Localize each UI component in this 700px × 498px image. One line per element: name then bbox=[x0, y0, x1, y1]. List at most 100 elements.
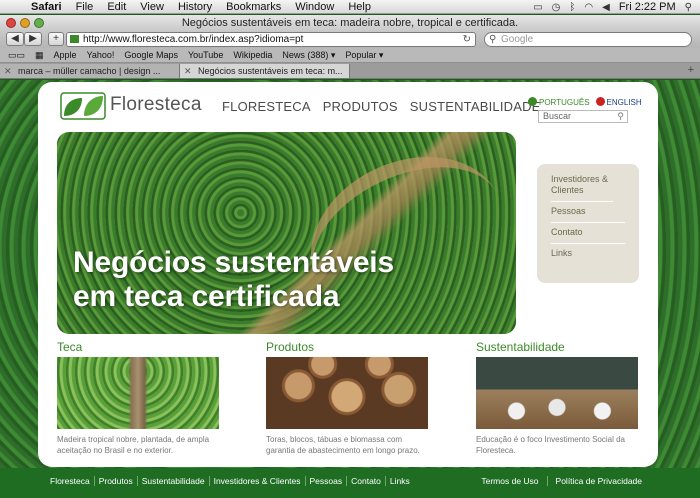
bluetooth-icon[interactable]: ᛒ bbox=[569, 2, 575, 13]
site-search-input[interactable]: Buscar ⚲ bbox=[538, 110, 628, 123]
top-sites-icon[interactable]: ▦ bbox=[30, 50, 49, 61]
footer-link-pessoas[interactable]: Pessoas bbox=[306, 476, 348, 486]
menu-file[interactable]: File bbox=[69, 0, 101, 14]
side-item-links[interactable]: Links bbox=[551, 244, 625, 264]
wifi-icon[interactable]: ◠ bbox=[584, 2, 593, 13]
lang-en-label: ENGLISH bbox=[606, 98, 642, 107]
site-search-placeholder: Buscar bbox=[543, 111, 572, 121]
feature-produtos-text: Toras, blocos, tábuas e biomassa com gar… bbox=[266, 435, 420, 455]
footer-legal: Termos de Uso Política de Privacidade bbox=[473, 476, 650, 486]
site-footer: Floresteca Produtos Sustentabilidade Inv… bbox=[0, 468, 700, 498]
clock[interactable]: Fri 2:22 PM bbox=[619, 1, 676, 13]
lang-pt-link[interactable]: PORTUGUÊS bbox=[528, 97, 590, 107]
reading-list-icon[interactable]: ▭▭ bbox=[0, 50, 30, 61]
footer-nav: Floresteca Produtos Sustentabilidade Inv… bbox=[50, 476, 414, 486]
new-tab-icon[interactable]: + bbox=[688, 64, 694, 76]
browser-toolbar: ◀ ▶ + http://www.floresteca.com.br/index… bbox=[0, 31, 700, 48]
magnifier-icon[interactable]: ⚲ bbox=[617, 111, 624, 122]
bookmark-google-maps[interactable]: Google Maps bbox=[119, 50, 183, 60]
close-tab-icon[interactable]: ✕ bbox=[4, 64, 12, 78]
menu-bar: Safari File Edit View History Bookmarks … bbox=[0, 0, 700, 14]
back-button[interactable]: ◀ bbox=[6, 32, 24, 46]
uk-flag-icon bbox=[595, 97, 605, 106]
tab-floresteca[interactable]: ✕ Negócios sustentáveis em teca: m... bbox=[180, 64, 350, 78]
search-placeholder: Google bbox=[501, 34, 534, 45]
bookmark-wikipedia[interactable]: Wikipedia bbox=[228, 50, 277, 60]
display-icon[interactable]: ▭ bbox=[533, 2, 542, 13]
feature-teca: Teca Madeira tropical nobre, plantada, d… bbox=[57, 340, 219, 456]
reload-icon[interactable]: ↻ bbox=[463, 33, 471, 46]
menu-safari[interactable]: Safari bbox=[24, 0, 69, 14]
feature-teca-title[interactable]: Teca bbox=[57, 340, 219, 354]
side-menu: Investidores & Clientes Pessoas Contato … bbox=[537, 164, 639, 283]
feature-sustentabilidade-text: Educação é o foco Investimento Social da… bbox=[476, 435, 625, 455]
forward-button[interactable]: ▶ bbox=[24, 32, 42, 46]
spotlight-icon[interactable]: ⚲ bbox=[685, 2, 692, 13]
main-nav: FLORESTECA PRODUTOS SUSTENTABILIDADE bbox=[222, 99, 541, 114]
search-field[interactable]: ⚲ Google bbox=[484, 32, 692, 47]
close-window-icon[interactable] bbox=[6, 18, 16, 28]
site-favicon-icon bbox=[70, 35, 79, 43]
site-logo[interactable]: Floresteca bbox=[60, 92, 201, 120]
hero-line-1: Negócios sustentáveis bbox=[73, 246, 394, 279]
footer-link-sustentabilidade[interactable]: Sustentabilidade bbox=[138, 476, 210, 486]
menu-window[interactable]: Window bbox=[288, 0, 341, 14]
menu-history[interactable]: History bbox=[171, 0, 219, 14]
time-machine-icon[interactable]: ◷ bbox=[552, 2, 561, 13]
hero-banner: Negócios sustentáveis em teca certificad… bbox=[57, 132, 516, 334]
content-card: Floresteca FLORESTECA PRODUTOS SUSTENTAB… bbox=[38, 82, 658, 467]
leaf-logo-icon bbox=[60, 92, 106, 120]
feature-sustentabilidade: Sustentabilidade Educação é o foco Inves… bbox=[476, 340, 638, 456]
bookmark-youtube[interactable]: YouTube bbox=[183, 50, 228, 60]
tab-label: marca – müller camacho | design ... bbox=[18, 66, 161, 76]
nav-produtos[interactable]: PRODUTOS bbox=[323, 99, 398, 114]
brazil-flag-icon bbox=[528, 97, 537, 106]
hero-caption: Negócios sustentáveis em teca certificad… bbox=[73, 246, 394, 314]
address-text: http://www.floresteca.com.br/index.asp?i… bbox=[83, 34, 304, 45]
footer-link-contato[interactable]: Contato bbox=[347, 476, 386, 486]
side-item-pessoas[interactable]: Pessoas bbox=[551, 202, 625, 223]
window-title: Negócios sustentáveis em teca: madeira n… bbox=[181, 17, 519, 29]
menu-bookmarks[interactable]: Bookmarks bbox=[219, 0, 288, 14]
bookmark-news[interactable]: News (388) ▾ bbox=[277, 50, 340, 61]
search-icon: ⚲ bbox=[489, 34, 497, 45]
footer-link-investidores[interactable]: Investidores & Clientes bbox=[210, 476, 306, 486]
nav-floresteca[interactable]: FLORESTECA bbox=[222, 99, 311, 114]
lang-pt-label: PORTUGUÊS bbox=[539, 98, 590, 107]
window-titlebar: Negócios sustentáveis em teca: madeira n… bbox=[0, 15, 700, 31]
tab-marca[interactable]: ✕ marca – müller camacho | design ... bbox=[0, 64, 180, 78]
footer-terms-link[interactable]: Termos de Uso bbox=[473, 476, 548, 486]
bookmarks-bar: ▭▭ ▦ Apple Yahoo! Google Maps YouTube Wi… bbox=[0, 48, 700, 63]
volume-icon[interactable]: ◀ bbox=[602, 2, 610, 13]
menu-edit[interactable]: Edit bbox=[100, 0, 133, 14]
footer-link-links[interactable]: Links bbox=[386, 476, 414, 486]
footer-link-produtos[interactable]: Produtos bbox=[95, 476, 138, 486]
close-tab-icon[interactable]: ✕ bbox=[184, 64, 192, 78]
nav-sustentabilidade[interactable]: SUSTENTABILIDADE bbox=[410, 99, 541, 114]
teak-tree-image[interactable] bbox=[57, 357, 219, 429]
side-item-investidores[interactable]: Investidores & Clientes bbox=[551, 170, 613, 202]
bookmark-yahoo[interactable]: Yahoo! bbox=[82, 50, 120, 60]
menu-view[interactable]: View bbox=[133, 0, 171, 14]
add-bookmark-button[interactable]: + bbox=[48, 32, 64, 46]
menu-help[interactable]: Help bbox=[341, 0, 378, 14]
side-item-contato[interactable]: Contato bbox=[551, 223, 625, 244]
footer-link-floresteca[interactable]: Floresteca bbox=[50, 476, 95, 486]
bookmark-apple[interactable]: Apple bbox=[49, 50, 82, 60]
timber-logs-image[interactable] bbox=[266, 357, 428, 429]
tab-bar: ✕ marca – müller camacho | design ... ✕ … bbox=[0, 63, 700, 79]
classroom-image[interactable] bbox=[476, 357, 638, 429]
hero-line-2: em teca certificada bbox=[73, 280, 340, 313]
zoom-window-icon[interactable] bbox=[34, 18, 44, 28]
lang-en-link[interactable]: ENGLISH bbox=[595, 97, 642, 107]
status-area: ▭ ◷ ᛒ ◠ ◀ Fri 2:22 PM ⚲ bbox=[533, 0, 692, 14]
bookmark-popular[interactable]: Popular ▾ bbox=[340, 50, 388, 61]
feature-sustentabilidade-title[interactable]: Sustentabilidade bbox=[476, 340, 638, 354]
feature-teca-text: Madeira tropical nobre, plantada, de amp… bbox=[57, 435, 210, 455]
tab-label: Negócios sustentáveis em teca: m... bbox=[198, 66, 343, 76]
address-bar[interactable]: http://www.floresteca.com.br/index.asp?i… bbox=[66, 32, 476, 47]
feature-produtos: Produtos Toras, blocos, tábuas e biomass… bbox=[266, 340, 428, 456]
minimize-window-icon[interactable] bbox=[20, 18, 30, 28]
feature-produtos-title[interactable]: Produtos bbox=[266, 340, 428, 354]
footer-privacy-link[interactable]: Política de Privacidade bbox=[548, 476, 650, 486]
